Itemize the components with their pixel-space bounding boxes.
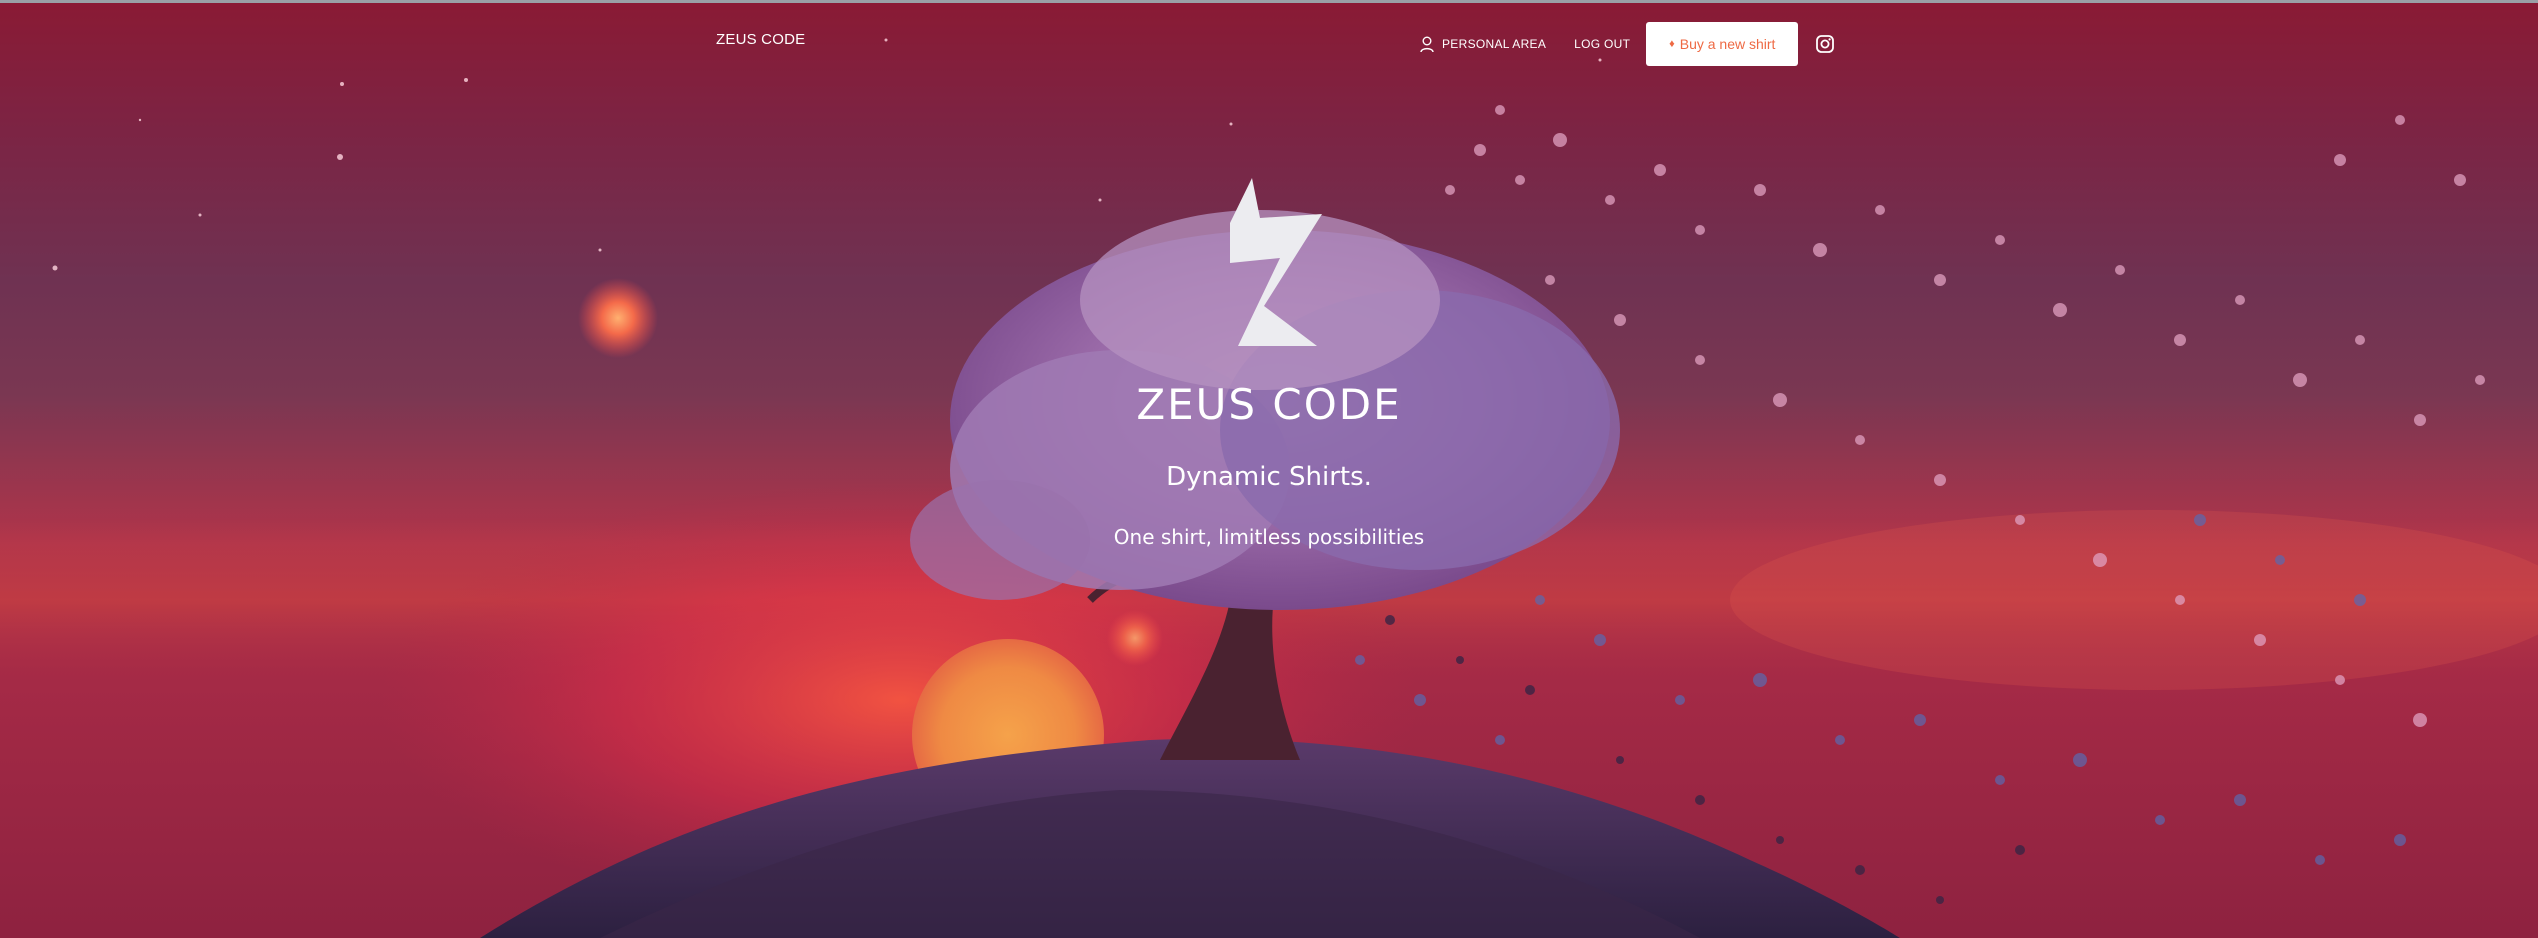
hero-tagline: One shirt, limitless possibilities (1113, 525, 1425, 549)
instagram-link[interactable] (1816, 35, 1835, 53)
zeus-z-logo (1230, 178, 1322, 346)
hero-title: ZEUS CODE (1136, 380, 1402, 429)
page: ZEUS CODE PERSONAL AREA LOG OUT ♦ Buy a … (0, 0, 2538, 938)
personal-area-label: PERSONAL AREA (1442, 37, 1547, 51)
hero-subtitle: Dynamic Shirts. (1166, 462, 1372, 492)
instagram-icon (1816, 35, 1835, 53)
personal-area-link[interactable]: PERSONAL AREA (1420, 36, 1546, 53)
top-nav: PERSONAL AREA LOG OUT ♦ Buy a new shirt (1420, 22, 1835, 66)
log-out-link[interactable]: LOG OUT (1574, 37, 1630, 51)
user-icon (1420, 36, 1434, 52)
brand-link[interactable]: ZEUS CODE (716, 31, 805, 48)
buy-new-shirt-label: Buy a new shirt (1679, 36, 1776, 52)
buy-new-shirt-button[interactable]: ♦ Buy a new shirt (1646, 22, 1799, 66)
gem-icon: ♦ (1669, 38, 1675, 50)
